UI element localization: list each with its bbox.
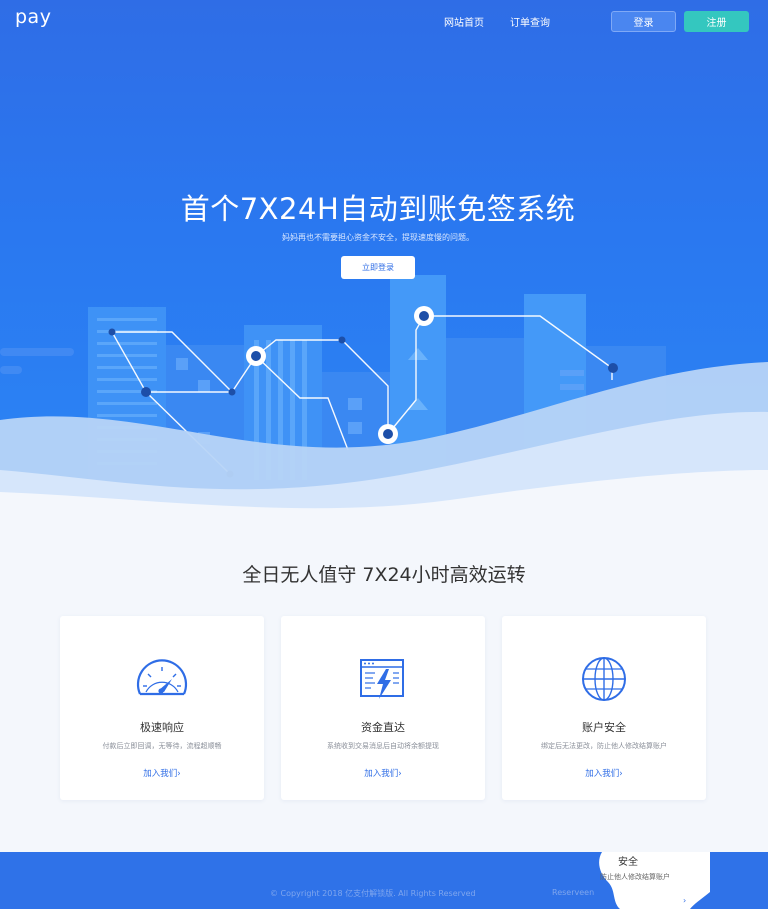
feature-card-funds: 资金直达 系统收到交易消息后自动将余额提现 加入我们› [281, 616, 485, 800]
feature-card-desc: 付款后立即回调，无等待，流程超顺畅 [102, 742, 222, 750]
globe-icon [582, 657, 626, 701]
feature-card-title: 资金直达 [361, 721, 405, 734]
overlay-card-desc: 防止他人修改结算账户 [600, 873, 670, 881]
feature-card-title: 极速响应 [140, 721, 184, 734]
footer: © Copyright 2018 亿支付解锁版. All Rights Rese… [0, 852, 768, 909]
feature-card-desc: 绑定后无法更改，防止他人修改结算账户 [541, 742, 667, 750]
top-navigation-bar: pay 网站首页 订单查询 登录 注册 [0, 0, 768, 44]
overlay-card-title: 安全 [618, 857, 638, 868]
login-now-button[interactable]: 立即登录 [341, 256, 415, 279]
join-us-link[interactable]: 加入我们› [281, 767, 485, 779]
feature-card-security: 账户安全 绑定后无法更改，防止他人修改结算账户 加入我们› [502, 616, 706, 800]
join-us-link[interactable]: 加入我们› [502, 767, 706, 779]
site-logo[interactable]: pay [15, 6, 51, 28]
footer-copyright: © Copyright 2018 亿支付解锁版. All Rights Rese… [270, 889, 476, 898]
hero-subtitle: 妈妈再也不需要担心资金不安全，提现速度慢的问题。 [282, 233, 474, 242]
hero-section: pay 网站首页 订单查询 登录 注册 首个7X24H自动到账免签系统 妈妈再也… [0, 0, 768, 520]
register-button[interactable]: 注册 [684, 11, 749, 32]
join-us-link[interactable]: 加入我们› [60, 767, 264, 779]
nav-home-link[interactable]: 网站首页 [444, 14, 484, 29]
login-button[interactable]: 登录 [611, 11, 676, 32]
footer-reserved-text: Reserveen [552, 888, 595, 897]
feature-card-title: 账户安全 [582, 721, 626, 734]
feature-card-desc: 系统收到交易消息后自动将余额提现 [327, 742, 439, 750]
hero-title: 首个7X24H自动到账免签系统 [180, 192, 576, 226]
chevron-right-icon: › [683, 896, 687, 905]
nav-order-query-link[interactable]: 订单查询 [510, 14, 550, 29]
lightning-panel-icon [360, 659, 404, 699]
feature-card-speed: 极速响应 付款后立即回调，无等待，流程超顺畅 加入我们› [60, 616, 264, 800]
features-title: 全日无人值守 7X24小时高效运转 [242, 564, 526, 586]
speedometer-icon [136, 659, 188, 696]
